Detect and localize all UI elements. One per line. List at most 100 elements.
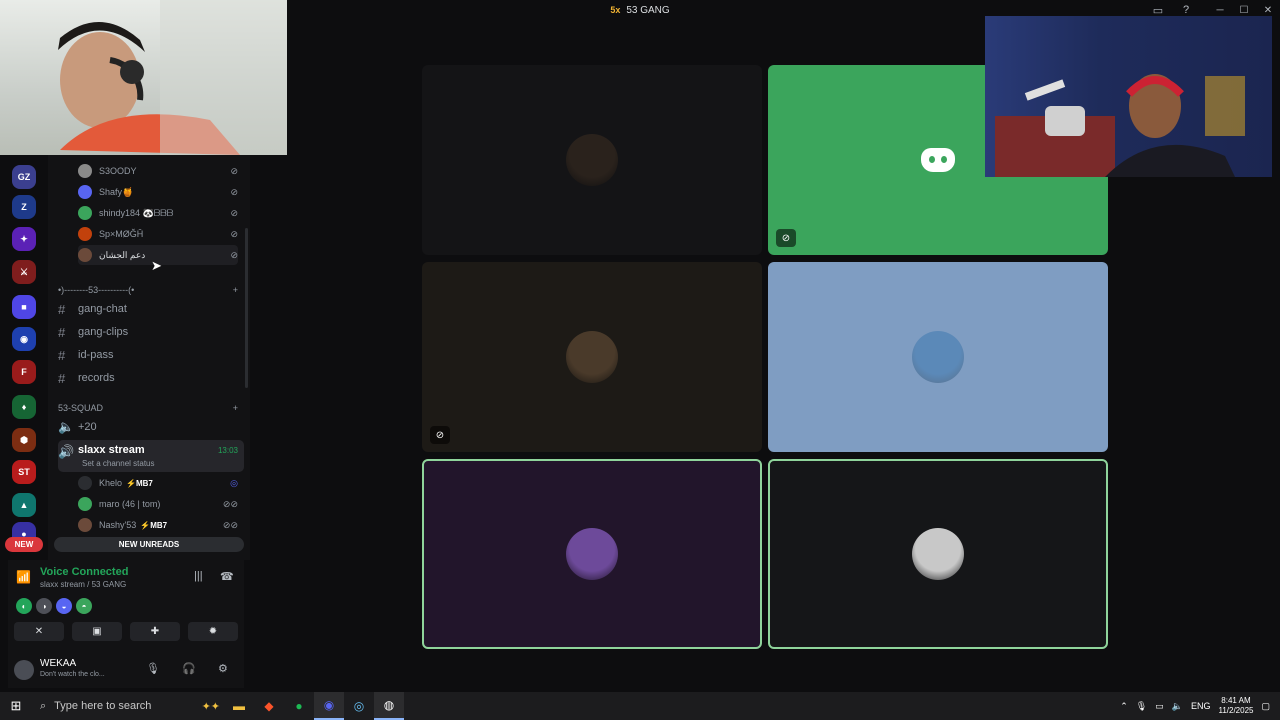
server-icon[interactable]: F [12, 360, 36, 384]
soundboard-button[interactable]: ✹ [188, 622, 238, 641]
activity-icon[interactable]: ◓ [76, 598, 92, 614]
participant-tile[interactable]: ⊘ [422, 262, 762, 452]
stream-user[interactable]: maro (46 | tom) ⊘⊘ [78, 494, 238, 514]
voice-user-name: دعم الجشان [99, 249, 146, 260]
hash-icon: # [58, 370, 66, 386]
voice-action-buttons: ✕ ▣ ✚ ✹ [14, 622, 238, 641]
stream-user-name: Nashy'53 [99, 520, 137, 530]
active-channel-name: slaxx stream [78, 444, 145, 456]
server-icon[interactable]: ■ [12, 295, 36, 319]
windows-start-icon[interactable]: ⊞ [0, 692, 32, 720]
voice-user[interactable]: S3OODY ⊘ [78, 161, 238, 181]
participant-tile[interactable] [768, 459, 1108, 649]
avatar[interactable] [14, 660, 34, 680]
speaker-icon: 🔊 [58, 444, 75, 459]
avatar [912, 331, 964, 383]
camera-off-button[interactable]: ✕ [14, 622, 64, 641]
add-channel-icon[interactable]: + [233, 285, 238, 295]
server-icon[interactable]: ⬢ [12, 428, 36, 452]
taskbar-search[interactable]: ⌕ Type here to search ✦✦ [32, 692, 224, 720]
participant-tile[interactable] [768, 262, 1108, 452]
steam-icon[interactable]: ◎ [344, 692, 374, 720]
disconnect-icon[interactable]: ☎ [220, 570, 234, 583]
text-channel[interactable]: # records [58, 368, 244, 388]
text-channel-name: id-pass [78, 349, 114, 361]
language-indicator[interactable]: ENG [1191, 701, 1211, 711]
category-name: •)--------53----------(• [58, 285, 135, 295]
server-icon[interactable]: ◉ [12, 327, 36, 351]
share-screen-button[interactable]: ▣ [72, 622, 122, 641]
avatar [78, 497, 92, 511]
windows-taskbar: ⊞ ⌕ Type here to search ✦✦ ▬ ◆ ● ◉ ◎ ◍ ⌃… [0, 692, 1280, 720]
clock[interactable]: 8:41 AM 11/2/2025 [1218, 696, 1253, 716]
username: WEKAA [40, 658, 77, 669]
voice-user-name: Shafy🍯 [99, 186, 134, 197]
obs-icon[interactable]: ◍ [374, 692, 404, 720]
spotify-icon[interactable]: ● [284, 692, 314, 720]
brave-browser-icon[interactable]: ◆ [254, 692, 284, 720]
avatar [78, 185, 92, 199]
chevron-up-icon[interactable]: ⌃ [1120, 701, 1128, 712]
channel-status[interactable]: Set a channel status [82, 459, 155, 468]
stream-user[interactable]: Khelo ⚡MB7 ◎ [78, 473, 238, 493]
webcam-person-left [58, 0, 287, 155]
deafened-icon: ⊘ [230, 207, 238, 218]
server-icon[interactable]: ST [12, 460, 36, 484]
file-explorer-icon[interactable]: ▬ [224, 692, 254, 720]
headphones-icon[interactable]: 🎧 [182, 662, 196, 675]
sparkle-icon: ✦✦ [201, 700, 220, 713]
add-squad-channel-icon[interactable]: + [233, 403, 238, 413]
server-icon[interactable]: ⚔ [12, 260, 36, 284]
signal-icon[interactable]: 📶 [16, 570, 31, 584]
microphone-tray-icon[interactable]: 🎙 [1136, 701, 1147, 712]
server-icon[interactable]: Z [12, 195, 36, 219]
voice-user[interactable]: Sp×MØĞĤ ⊘ [78, 224, 238, 244]
discord-taskbar-icon[interactable]: ◉ [314, 692, 344, 720]
server-icon[interactable]: GZ [12, 165, 36, 189]
discord-window: 5x 53 GANG ▭ ? ─ ☐ ✕ GZ Z ✦ ⚔ ■ ◉ F ♦ ⬢ ST ▲ ● NEW … [0, 0, 1280, 692]
deafened-icon: ⊘ [230, 228, 238, 239]
speaker-icon: 🔈 [58, 419, 75, 434]
hash-icon: # [58, 324, 66, 340]
category-header[interactable]: •)--------53----------(• + [58, 285, 238, 295]
deafened-icon: ⊘ [230, 165, 238, 176]
noise-suppression-icon[interactable]: ||| [194, 570, 203, 582]
participant-tile[interactable] [422, 65, 762, 255]
voice-user[interactable]: shindy184 🐼ᗷᗷᗷ ⊘ [78, 203, 238, 223]
text-channel[interactable]: # gang-clips [58, 322, 244, 342]
activity-icon[interactable]: ◒ [56, 598, 72, 614]
voice-channel-plus20[interactable]: 🔈 +20 [58, 417, 244, 437]
server-icon[interactable]: ✦ [12, 227, 36, 251]
squad-category[interactable]: 53-SQUAD + [58, 403, 238, 413]
microphone-icon[interactable]: 🎙 [146, 662, 160, 675]
text-channel[interactable]: # gang-chat [58, 299, 244, 319]
settings-gear-icon[interactable]: ⚙ [218, 662, 228, 675]
user-tag: ⚡MB7 [140, 520, 168, 530]
server-icon[interactable]: ▲ [12, 493, 36, 517]
activity-icon[interactable]: ◐ [16, 598, 32, 614]
voice-status-subtitle[interactable]: slaxx stream / 53 GANG [40, 580, 126, 589]
sidebar-scrollbar[interactable] [245, 228, 248, 388]
hash-icon: # [58, 347, 66, 363]
voice-user[interactable]: Shafy🍯 ⊘ [78, 182, 238, 202]
text-channel[interactable]: # id-pass [58, 345, 244, 365]
new-unreads-pill[interactable]: NEW UNREADS [54, 537, 244, 552]
stream-timer: 13:03 [217, 446, 238, 455]
volume-icon[interactable]: 🔈 [1172, 701, 1183, 712]
notification-icon[interactable]: ▢ [1261, 701, 1270, 712]
participant-tile[interactable] [422, 459, 762, 649]
activities-button[interactable]: ✚ [130, 622, 180, 641]
new-servers-pill[interactable]: NEW [5, 537, 43, 552]
text-channel-name: records [78, 372, 115, 384]
avatar [78, 248, 92, 262]
muted-icon: ⊘⊘ [222, 519, 238, 530]
mouse-cursor: ➤ [151, 258, 162, 273]
network-icon[interactable]: ▭ [1155, 701, 1164, 712]
channel-sidebar: S3OODY ⊘ Shafy🍯 ⊘ shindy184 🐼ᗷᗷᗷ ⊘ Sp×MØĞĤ ⊘ دعم… [48, 155, 250, 560]
stream-user[interactable]: Nashy'53 ⚡MB7 ⊘⊘ [78, 515, 238, 535]
webcam-person-right [995, 74, 1245, 177]
voice-channel-slaxx-stream[interactable]: 🔊 slaxx stream Set a channel status 13:0… [58, 440, 244, 472]
server-icon[interactable]: ♦ [12, 395, 36, 419]
activity-icon[interactable]: ◑ [36, 598, 52, 614]
webcam-overlay-left [0, 0, 287, 155]
